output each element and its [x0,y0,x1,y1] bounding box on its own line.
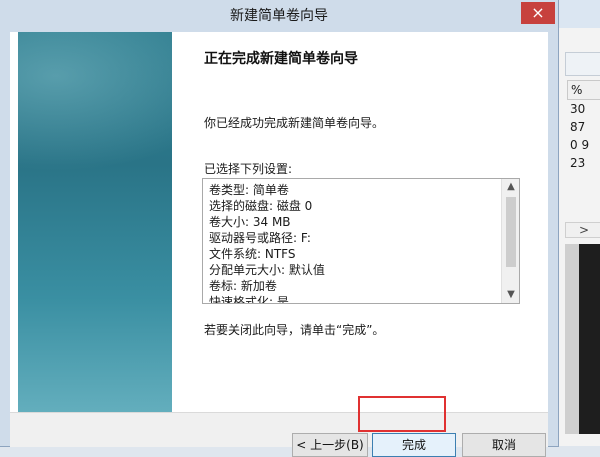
background-window-panel [565,52,600,76]
title-bar[interactable]: 新建简单卷向导 × [0,0,558,32]
horizontal-scroll-right-icon[interactable]: > [565,222,600,238]
finish-button[interactable]: 完成 [372,433,456,457]
table-cell: 87 [570,120,586,134]
settings-listbox[interactable]: 卷类型: 简单卷 选择的磁盘: 磁盘 0 卷大小: 34 MB 驱动器号或路径:… [202,178,520,304]
banner-glow [18,32,172,172]
settings-item: 选择的磁盘: 磁盘 0 [209,199,313,213]
button-bar: < 上一步(B) 完成 取消 [10,412,548,457]
settings-item: 分配单元大小: 默认值 [209,263,325,277]
background-window-disk-map [579,244,600,434]
settings-item: 文件系统: NTFS [209,247,296,261]
background-window-titlebar [559,0,600,28]
column-header-percent[interactable]: % [567,80,600,100]
scroll-thumb[interactable] [506,197,516,267]
wizard-heading: 正在完成新建简单卷向导 [204,51,358,67]
settings-item: 卷标: 新加卷 [209,279,277,293]
back-button[interactable]: < 上一步(B) [292,433,368,457]
settings-label: 已选择下列设置: [204,162,293,176]
background-window-bar [565,244,579,434]
settings-item: 卷大小: 34 MB [209,215,291,229]
cancel-button[interactable]: 取消 [462,433,546,457]
table-cell: 23 [570,156,586,170]
settings-lines: 卷类型: 简单卷 选择的磁盘: 磁盘 0 卷大小: 34 MB 驱动器号或路径:… [209,182,325,304]
settings-scrollbar[interactable]: ▲ ▼ [501,179,519,303]
settings-item: 驱动器号或路径: F: [209,231,311,245]
window-title: 新建简单卷向导 [230,8,328,24]
finish-highlight-box [358,396,446,432]
close-button[interactable]: × [521,2,555,24]
wizard-dialog: 新建简单卷向导 × 正在完成新建简单卷向导 你已经成功完成新建简单卷向导。 已选… [0,0,558,457]
background-window-table: % 30 87 0 9 23 [567,80,600,172]
scroll-down-icon[interactable]: ▼ [502,287,519,303]
completion-message: 你已经成功完成新建简单卷向导。 [204,116,385,130]
window-frame-right [548,32,558,446]
wizard-content: 正在完成新建简单卷向导 你已经成功完成新建简单卷向导。 已选择下列设置: 卷类型… [10,32,548,457]
window-frame-left [0,32,10,446]
wizard-sidebar-banner [18,32,172,412]
settings-item: 卷类型: 简单卷 [209,183,289,197]
scroll-up-icon[interactable]: ▲ [502,179,519,195]
table-cell: 0 9 [570,138,590,152]
settings-item: 快速格式化: 是 [209,295,289,304]
table-cell: 30 [570,102,586,116]
close-hint: 若要关闭此向导，请单击“完成”。 [204,323,385,337]
background-window: % 30 87 0 9 23 > [558,0,600,446]
